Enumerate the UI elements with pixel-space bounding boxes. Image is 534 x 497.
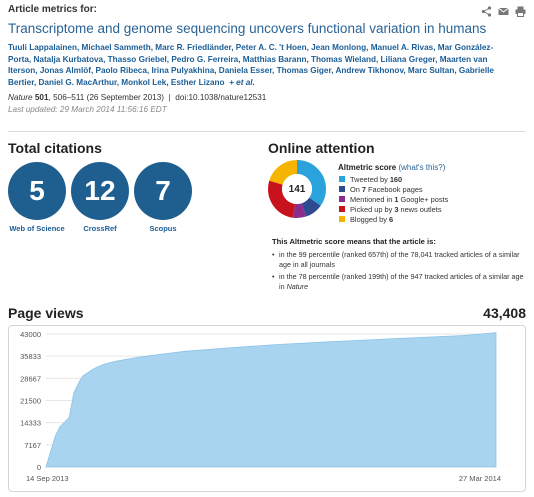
article-header: Article metrics for: Transcriptome and g… (8, 4, 526, 114)
author-list: Tuuli Lappalainen, Michael Sammeth, Marc… (8, 42, 513, 88)
section-divider (8, 131, 526, 132)
x-tick-label: 27 Mar 2014 (459, 474, 501, 483)
page-views-total: 43,408 (483, 305, 526, 321)
attention-row-pre: On (350, 184, 360, 194)
attention-row-pre: Picked up by (350, 204, 393, 214)
journal-volume: 501 (34, 93, 49, 102)
doi-text: doi:10.1038/nature12531 (175, 93, 267, 102)
citation-label-wos[interactable]: Web of Science (2, 224, 72, 233)
article-metrics-kicker: Article metrics for: (8, 4, 97, 15)
y-tick-label: 21500 (20, 397, 41, 406)
attention-row-post: Google+ posts (400, 194, 449, 204)
share-icon[interactable] (481, 4, 492, 17)
altmetric-means-title: This Altmetric score means that the arti… (272, 237, 436, 246)
attention-row-num: 7 (361, 184, 366, 194)
percentile-journal-text: in the 78 percentile (ranked 199th) of t… (279, 272, 524, 291)
attention-row-num: 6 (388, 214, 394, 224)
altmetric-donut[interactable]: 141 (268, 160, 326, 218)
x-tick-label: 14 Sep 2013 (26, 474, 69, 483)
total-citations-heading: Total citations (8, 140, 102, 156)
y-tick-label: 28667 (20, 374, 41, 383)
percentile-journal-name: Nature (286, 281, 309, 291)
whats-this-link[interactable]: (what's this?) (398, 163, 445, 172)
attention-row-post: news outlets (400, 204, 442, 214)
attention-row-num: 3 (394, 204, 399, 214)
email-icon[interactable] (498, 4, 509, 15)
attention-row-news[interactable]: Picked up by 3 news outlets (338, 204, 448, 214)
page-views-chart-svg: 0 7167 14333 21500 28667 35833 43000 14 Sep 20… (20, 330, 501, 483)
percentile-journal: in the 78 percentile (ranked 199th) of t… (272, 272, 526, 291)
news-swatch (338, 205, 346, 213)
attention-row-pre: Tweeted by (350, 174, 388, 184)
citation-circle-scopus[interactable]: 7 (134, 162, 192, 220)
y-tick-label: 14333 (20, 419, 41, 428)
et-al-link[interactable]: + et al. (229, 78, 255, 87)
attention-row-num: 1 (394, 194, 399, 204)
altmetric-score-value: 141 (282, 174, 312, 204)
x-axis-ticks: 14 Sep 2013 27 Mar 2014 (26, 474, 501, 483)
attention-row-googleplus[interactable]: Mentioned in 1 Google+ posts (338, 194, 448, 204)
citation-circle-wos[interactable]: 5 (8, 162, 66, 220)
y-axis-ticks: 0 7167 14333 21500 28667 35833 43000 (20, 330, 41, 472)
attention-row-twitter[interactable]: Tweeted by 160 (338, 174, 448, 184)
page-views-area (45, 332, 497, 468)
y-tick-label: 7167 (24, 441, 41, 450)
attention-row-pre: Blogged by (350, 214, 387, 224)
attention-row-pre: Mentioned in (350, 194, 393, 204)
article-title[interactable]: Transcriptome and genome sequencing unco… (8, 21, 526, 37)
y-tick-label: 35833 (20, 352, 41, 361)
page-views-heading: Page views (8, 305, 84, 321)
attention-row-post: Facebook pages (367, 184, 423, 194)
pages-date: , 506–511 (26 September 2013) (48, 93, 164, 102)
attention-row-facebook[interactable]: On 7 Facebook pages (338, 184, 448, 194)
toolbar (481, 4, 526, 17)
googleplus-swatch (338, 195, 346, 203)
citation-circle-crossref[interactable]: 12 (71, 162, 129, 220)
print-icon[interactable] (515, 4, 526, 17)
attention-row-blogs[interactable]: Blogged by 6 (338, 214, 448, 224)
y-tick-label: 0 (37, 463, 41, 472)
citation-line: Nature 501, 506–511 (26 September 2013) … (8, 93, 526, 102)
y-tick-label: 43000 (20, 330, 41, 339)
citation-label-scopus[interactable]: Scopus (128, 224, 198, 233)
altmetric-percentiles: in the 99 percentile (ranked 657th) of t… (272, 250, 526, 294)
attention-row-num: 160 (389, 174, 403, 184)
journal-name: Nature (8, 93, 33, 102)
percentile-all-journals: in the 99 percentile (ranked 657th) of t… (272, 250, 526, 269)
altmetric-score-heading: Altmetric score (what's this?) (338, 163, 445, 172)
facebook-swatch (338, 185, 346, 193)
last-updated: Last updated: 29 March 2014 11:56:16 EDT (8, 105, 167, 114)
online-attention-heading: Online attention (268, 140, 375, 156)
attention-sources: Tweeted by 160 On 7 Facebook pages Mentione… (338, 174, 448, 224)
page-views-chart: 0 7167 14333 21500 28667 35833 43000 14 Sep 20… (8, 325, 526, 492)
citation-separator: | (168, 93, 171, 102)
citation-label-crossref[interactable]: CrossRef (65, 224, 135, 233)
blogs-swatch (338, 215, 346, 223)
altmetric-score-title: Altmetric score (338, 163, 397, 172)
twitter-swatch (338, 175, 346, 183)
